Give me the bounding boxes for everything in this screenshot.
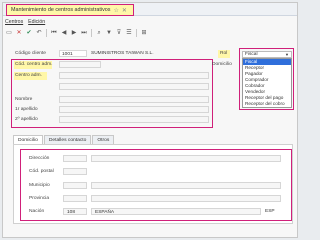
last-icon[interactable]: ⏭: [80, 29, 88, 37]
nacion-iso: ESP: [265, 209, 275, 214]
apellido2-label: 2º apellido: [15, 117, 38, 122]
provincia-label: Provincia: [29, 196, 50, 201]
menu-centros[interactable]: Centros: [5, 19, 23, 27]
cod-postal-label: Cód. postal: [29, 169, 54, 174]
centro-field[interactable]: [59, 72, 209, 79]
codigo-cliente-field[interactable]: 1001: [59, 50, 87, 57]
next-icon[interactable]: ▶: [70, 29, 78, 37]
undo-icon[interactable]: ↶: [35, 29, 43, 37]
nombre-field[interactable]: [59, 96, 209, 103]
toolbar-separator: [91, 29, 92, 37]
provincia-code-field[interactable]: [63, 195, 87, 202]
apellido1-field[interactable]: [59, 106, 209, 113]
close-icon[interactable]: ✕: [15, 29, 23, 37]
menu-edicion[interactable]: Edición: [28, 19, 45, 27]
search-icon[interactable]: ⌕: [95, 29, 103, 37]
codigo-cliente-label: Código cliente: [15, 51, 46, 56]
close-icon[interactable]: ✕: [122, 7, 127, 14]
menu-bar: Centros Edición: [5, 19, 45, 27]
apellido1-label: 1r apellido: [15, 107, 38, 112]
nacion-code-field[interactable]: 108: [63, 208, 87, 215]
cod-centro-label: Cód. centro adm.: [15, 62, 53, 67]
rol-dropdown-list: Fiscal Receptor Pagador Comprador Cobrad…: [242, 58, 292, 108]
nacion-name-field[interactable]: ESPAÑA: [91, 208, 261, 215]
nacion-label: Nación: [29, 209, 45, 214]
municipio-code-field[interactable]: [63, 182, 87, 189]
rol-select[interactable]: Fiscal ▼: [242, 51, 292, 58]
cod-postal-field[interactable]: [63, 168, 87, 175]
tab-maintenance[interactable]: Mantenimiento de centros administrativos…: [6, 4, 134, 16]
nombre-label: Nombre: [15, 97, 33, 102]
tab-label: Detalles contacto: [48, 138, 87, 143]
centro-field-2[interactable]: [59, 83, 209, 90]
chevron-down-icon[interactable]: ▼: [285, 52, 289, 57]
filter-icon[interactable]: ▼: [105, 29, 113, 37]
grid-icon[interactable]: ⊞: [140, 29, 148, 37]
tab-title: Mantenimiento de centros administrativos: [11, 7, 111, 13]
direccion-label: Dirección: [29, 156, 50, 161]
direccion-type-field[interactable]: [63, 155, 87, 162]
direccion-field[interactable]: [91, 155, 281, 162]
municipio-label: Municipio: [29, 183, 50, 188]
centro-label: Centro adm.: [15, 73, 42, 78]
first-icon[interactable]: ⏮: [50, 29, 58, 37]
prev-icon[interactable]: ◀: [60, 29, 68, 37]
nacion-name: ESPAÑA: [95, 209, 115, 215]
rol-label: Rol: [220, 51, 228, 56]
star-icon[interactable]: ☆: [113, 7, 118, 14]
apellido2-field[interactable]: [59, 116, 209, 123]
toolbar-separator: [136, 29, 137, 37]
provincia-field[interactable]: [91, 195, 281, 202]
municipio-field[interactable]: [91, 182, 281, 189]
cod-centro-field[interactable]: [59, 61, 101, 68]
filter-clear-icon[interactable]: ⊽: [115, 29, 123, 37]
cliente-nombre: SUMINISTROS TAIWAN S.L.: [91, 51, 154, 56]
toolbar: ▭ ✕ ✔ ↶ ⏮ ◀ ▶ ⏭ ⌕ ▼ ⊽ ☰ ⊞: [5, 28, 148, 38]
nacion-code: 108: [67, 209, 76, 215]
domicilio-label: Domicilio: [212, 62, 232, 67]
tab-label: Otros: [97, 138, 110, 143]
tab-label: Domicilio: [18, 138, 38, 143]
file-icon[interactable]: ▭: [5, 29, 13, 37]
list-icon[interactable]: ☰: [125, 29, 133, 37]
app-window: Mantenimiento de centros administrativos…: [2, 2, 298, 238]
toolbar-separator: [46, 29, 47, 37]
rol-selected-value: Fiscal: [245, 52, 258, 57]
codigo-cliente-value: 1001: [62, 51, 73, 57]
tab-bar: Mantenimiento de centros administrativos…: [3, 3, 297, 16]
rol-option[interactable]: Receptor del cobro: [243, 101, 291, 107]
check-icon[interactable]: ✔: [25, 29, 33, 37]
